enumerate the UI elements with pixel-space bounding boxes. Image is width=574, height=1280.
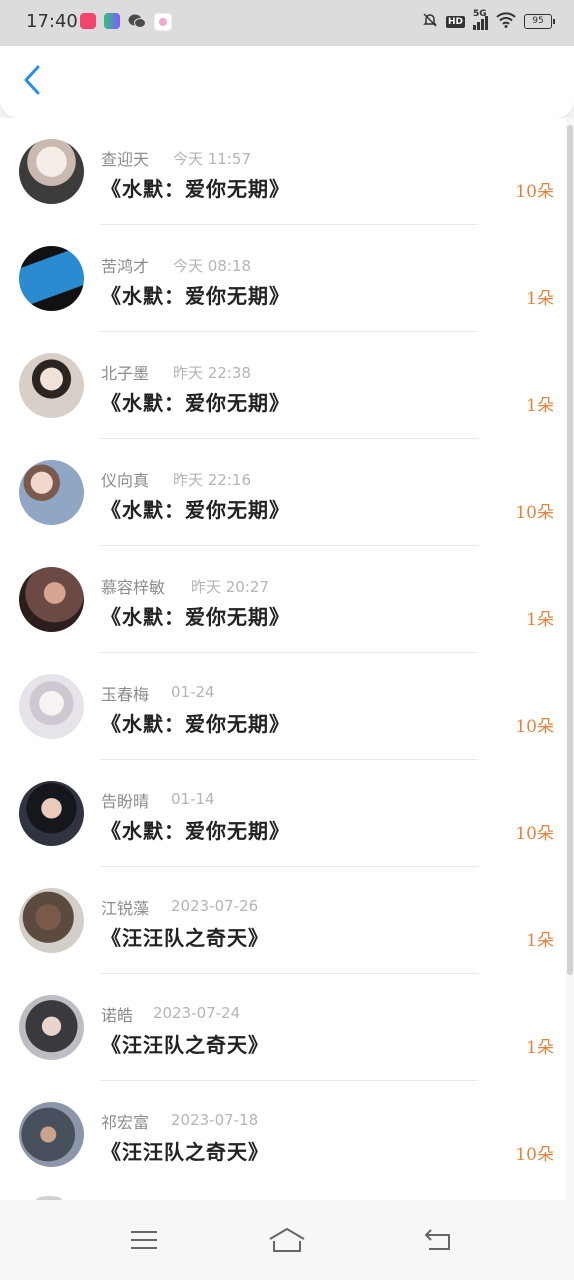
avatar[interactable] [19,995,84,1060]
back-icon [423,1228,453,1256]
flower-count: 10朵 [515,503,554,523]
flower-count: 10朵 [515,182,554,202]
header [0,46,574,118]
avatar[interactable] [19,1102,84,1167]
gift-list: 查迎天 今天 11:57 《水默：爱你无期》 10朵 苦鸿才 今天 08:18 … [0,118,574,1200]
sender-name: 查迎天 [101,150,150,169]
app-colorful-icon [104,13,120,29]
flower-count: 1朵 [526,396,554,416]
battery-level: 95 [532,16,544,26]
chevron-left-icon [23,65,41,99]
status-time: 17:40 [26,11,78,32]
avatar[interactable] [19,567,84,632]
signal-icon: 5G [473,9,488,30]
flower-count: 1朵 [526,289,554,309]
list-item[interactable]: 仪向真 昨天 22:16 《水默：爱你无期》 10朵 [0,439,566,546]
gift-title: 《水默：爱你无期》 [101,284,290,308]
sender-name: 慕容梓敏 [101,578,166,597]
menu-icon [129,1229,159,1255]
gift-time: 01-24 [171,683,215,701]
scrollbar-thumb[interactable] [567,125,573,975]
gift-time: 今天 11:57 [173,150,251,168]
wifi-icon [496,12,516,31]
menu-button[interactable] [122,1220,166,1264]
status-app-icons [80,13,172,31]
gift-time: 01-14 [171,790,215,808]
gift-title: 《汪汪队之奇天》 [101,926,269,950]
gift-title: 《水默：爱你无期》 [101,605,290,629]
flower-count: 1朵 [526,931,554,951]
gift-title: 《水默：爱你无期》 [101,391,290,415]
flower-count: 1朵 [526,610,554,630]
status-bar: 17:40 HD 5G 95 [0,0,574,46]
avatar[interactable] [19,781,84,846]
sender-name: 仪向真 [101,471,150,490]
gift-time: 2023-07-24 [153,1004,241,1022]
list-item[interactable]: 苦鸿才 今天 08:18 《水默：爱你无期》 1朵 [0,225,566,332]
gift-time: 昨天 20:27 [191,578,269,596]
list-item[interactable]: 江锐藻 2023-07-26 《汪汪队之奇天》 1朵 [0,867,566,974]
hd-badge: HD [445,15,465,28]
sender-name: 诺皓 [101,1006,134,1025]
back-nav-button[interactable] [416,1220,460,1264]
home-icon [268,1227,306,1257]
status-indicators: HD 5G 95 [422,9,555,31]
home-button[interactable] [265,1220,309,1264]
sender-name: 江锐藻 [101,899,150,918]
gift-title: 《水默：爱你无期》 [101,498,290,522]
gift-time: 昨天 22:38 [173,364,251,382]
sender-name: 苦鸿才 [101,257,150,276]
gift-title: 《水默：爱你无期》 [101,177,290,201]
gift-title: 《汪汪队之奇天》 [101,1140,269,1164]
list-item[interactable]: 祁宏富 2023-07-18 《汪汪队之奇天》 10朵 [0,1081,566,1188]
mute-icon [422,12,438,31]
list-item[interactable]: 玉春梅 01-24 《水默：爱你无期》 10朵 [0,653,566,760]
sender-name: 告盼晴 [101,792,150,811]
sender-name: 玉春梅 [101,685,150,704]
list-item[interactable]: 诺皓 2023-07-24 《汪汪队之奇天》 1朵 [0,974,566,1081]
avatar[interactable] [19,353,84,418]
gift-title: 《水默：爱你无期》 [101,712,290,736]
gift-time: 昨天 22:16 [173,471,251,489]
battery-icon: 95 [524,14,555,29]
list-item[interactable]: 慕容梓敏 昨天 20:27 《水默：爱你无期》 1朵 [0,546,566,653]
back-button[interactable] [14,64,50,100]
gift-time: 2023-07-26 [171,897,259,915]
avatar[interactable] [19,246,84,311]
list-item[interactable]: 查迎天 今天 11:57 《水默：爱你无期》 10朵 [0,118,566,225]
avatar[interactable] [19,460,84,525]
flower-count: 1朵 [526,1038,554,1058]
gift-title: 《汪汪队之奇天》 [101,1033,269,1057]
list-item[interactable]: 告盼晴 01-14 《水默：爱你无期》 10朵 [0,760,566,867]
gift-time: 今天 08:18 [173,257,251,275]
flower-count: 10朵 [515,824,554,844]
sender-name: 祁宏富 [101,1113,150,1132]
network-type: 5G [473,9,487,19]
app-red-icon [80,13,96,29]
avatar[interactable] [19,139,84,204]
list-item[interactable]: 北子墨 昨天 22:38 《水默：爱你无期》 1朵 [0,332,566,439]
gift-time: 2023-07-18 [171,1111,259,1129]
avatar[interactable] [19,674,84,739]
gift-title: 《水默：爱你无期》 [101,819,290,843]
sender-name: 北子墨 [101,364,150,383]
system-nav-bar [0,1200,574,1280]
app-pink-icon [154,13,172,31]
avatar[interactable] [19,888,84,953]
flower-count: 10朵 [515,1145,554,1165]
wechat-icon [128,13,146,29]
flower-count: 10朵 [515,717,554,737]
